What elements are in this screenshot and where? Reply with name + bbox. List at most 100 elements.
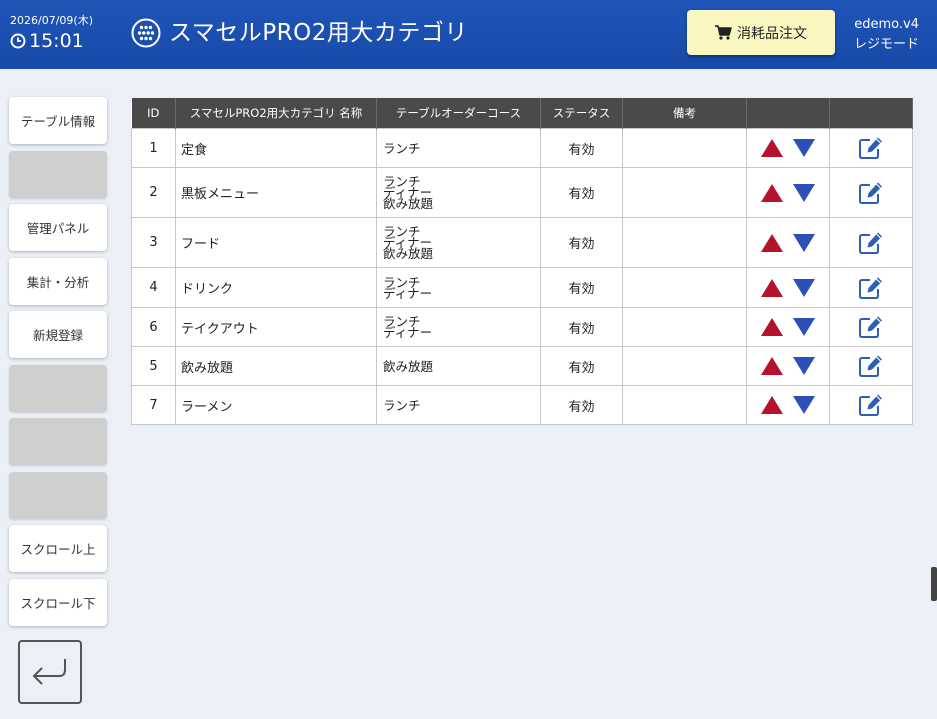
scroll-down-button[interactable]: スクロール下: [9, 579, 107, 626]
row-note: [622, 267, 747, 308]
current-time-wrap: 15:01: [10, 30, 93, 52]
table-row: 4 ドリンク ランチ ディナー 有効: [131, 267, 913, 308]
row-name: 定食: [175, 128, 377, 168]
cart-icon: [715, 25, 732, 40]
back-button[interactable]: [18, 640, 82, 704]
row-move-controls: [746, 128, 830, 168]
admin-panel-button[interactable]: 管理パネル: [9, 204, 107, 251]
edit-icon[interactable]: [858, 136, 884, 160]
down-arrow-icon[interactable]: [792, 395, 816, 415]
new-register-button[interactable]: 新規登録: [9, 311, 107, 358]
row-move-controls: [746, 385, 830, 425]
empty-sidebar-slot-4: [9, 472, 107, 519]
col-header-edit: [829, 98, 913, 129]
up-arrow-icon[interactable]: [760, 278, 784, 298]
up-arrow-icon[interactable]: [760, 356, 784, 376]
row-courses: ランチ: [376, 128, 541, 168]
course-item: ディナー: [383, 325, 433, 340]
down-arrow-icon[interactable]: [792, 317, 816, 337]
col-header-course: テーブルオーダーコース: [376, 98, 541, 129]
row-edit: [829, 217, 913, 268]
app-header: 2026/07/09(木) 15:01 スマセルPRO2用大カテゴリ 消耗品注文: [0, 0, 937, 69]
scrollbar-handle[interactable]: [931, 567, 937, 601]
table-row: 2 黒板メニュー ランチ ディナー 飲み放題 有効: [131, 167, 913, 218]
course-item: 飲み放題: [383, 246, 434, 261]
row-status: 有効: [540, 267, 623, 308]
up-arrow-icon[interactable]: [760, 317, 784, 337]
edit-icon[interactable]: [858, 231, 884, 255]
table-row: 5 飲み放題 飲み放題 有効: [131, 346, 913, 386]
empty-sidebar-slot-1: [9, 151, 107, 198]
row-id: 5: [131, 346, 176, 386]
down-arrow-icon[interactable]: [792, 183, 816, 203]
table-info-button[interactable]: テーブル情報: [9, 97, 107, 144]
row-name: ラーメン: [175, 385, 377, 425]
down-arrow-icon[interactable]: [792, 356, 816, 376]
row-id: 3: [131, 217, 176, 268]
row-name: テイクアウト: [175, 307, 377, 347]
row-status: 有効: [540, 385, 623, 425]
order-supplies-button[interactable]: 消耗品注文: [687, 10, 835, 55]
row-edit: [829, 385, 913, 425]
row-courses: ランチ ディナー: [376, 307, 541, 347]
title-area: スマセルPRO2用大カテゴリ: [131, 18, 468, 48]
course-item: 飲み放題: [383, 196, 434, 211]
row-id: 6: [131, 307, 176, 347]
row-edit: [829, 128, 913, 168]
row-edit: [829, 346, 913, 386]
row-status: 有効: [540, 167, 623, 218]
course-item: ランチ: [383, 140, 421, 156]
current-date: 2026/07/09(木): [10, 14, 93, 27]
row-move-controls: [746, 217, 830, 268]
col-header-order: [746, 98, 830, 129]
row-edit: [829, 167, 913, 218]
row-status: 有効: [540, 307, 623, 347]
edit-icon[interactable]: [858, 393, 884, 417]
row-id: 1: [131, 128, 176, 168]
table-row: 1 定食 ランチ 有効: [131, 128, 913, 168]
up-arrow-icon[interactable]: [760, 395, 784, 415]
course-item: ディナー: [383, 285, 433, 301]
table-header-row: ID スマセルPRO2用大カテゴリ 名称 テーブルオーダーコース ステータス 備…: [131, 98, 913, 129]
row-courses: 飲み放題: [376, 346, 541, 386]
table-body: 1 定食 ランチ 有効 2 黒板メニュー ランチ ディナー 飲み放題 有効 3 フード ランチ ディナー飲…: [131, 128, 913, 425]
table-row: 7 ラーメン ランチ 有効: [131, 385, 913, 425]
row-note: [622, 128, 747, 168]
category-table: ID スマセルPRO2用大カテゴリ 名称 テーブルオーダーコース ステータス 備…: [131, 98, 913, 425]
col-header-note: 備考: [622, 98, 747, 129]
down-arrow-icon[interactable]: [792, 278, 816, 298]
page-title: スマセルPRO2用大カテゴリ: [169, 20, 468, 46]
down-arrow-icon[interactable]: [792, 233, 816, 253]
back-arrow-icon: [32, 659, 66, 685]
row-move-controls: [746, 307, 830, 347]
clock-icon: [10, 33, 26, 49]
edit-icon[interactable]: [858, 181, 884, 205]
row-move-controls: [746, 346, 830, 386]
edit-icon[interactable]: [858, 315, 884, 339]
row-move-controls: [746, 267, 830, 308]
row-courses: ランチ ディナー 飲み放題: [376, 217, 541, 268]
datetime: 2026/07/09(木) 15:01: [10, 14, 93, 52]
row-status: 有効: [540, 346, 623, 386]
row-name: 黒板メニュー: [175, 167, 377, 218]
down-arrow-icon[interactable]: [792, 138, 816, 158]
row-move-controls: [746, 167, 830, 218]
current-time: 15:01: [29, 30, 84, 52]
order-supplies-label: 消耗品注文: [737, 25, 807, 42]
col-header-id: ID: [131, 98, 176, 129]
menu-grid-icon[interactable]: [131, 18, 161, 48]
row-edit: [829, 307, 913, 347]
up-arrow-icon[interactable]: [760, 183, 784, 203]
up-arrow-icon[interactable]: [760, 138, 784, 158]
row-id: 7: [131, 385, 176, 425]
edit-icon[interactable]: [858, 276, 884, 300]
up-arrow-icon[interactable]: [760, 233, 784, 253]
row-note: [622, 167, 747, 218]
course-item: ランチ: [383, 397, 421, 413]
mode-label: レジモード: [853, 37, 919, 52]
row-courses: ランチ ディナー 飲み放題: [376, 167, 541, 218]
edit-icon[interactable]: [858, 354, 884, 378]
analytics-button[interactable]: 集計・分析: [9, 258, 107, 305]
scroll-up-button[interactable]: スクロール上: [9, 525, 107, 572]
empty-sidebar-slot-3: [9, 418, 107, 465]
